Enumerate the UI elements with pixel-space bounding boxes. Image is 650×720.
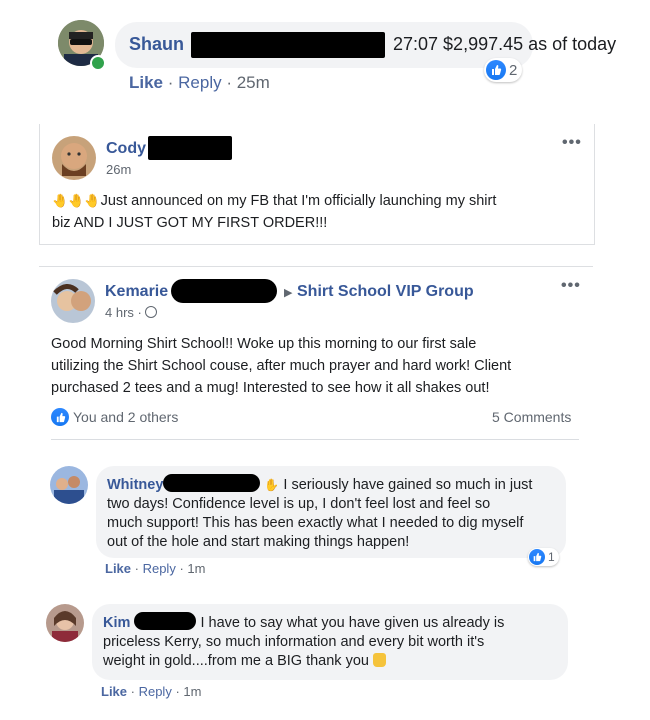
post-text: 🤚🤚🤚Just announced on my FB that I'm offi…: [52, 193, 497, 231]
like-reaction-icon: [51, 408, 69, 426]
comment-time[interactable]: 1m: [183, 684, 201, 699]
person-photo-icon: [52, 136, 96, 180]
commenter-name[interactable]: Shaun: [129, 34, 184, 55]
commenter-name[interactable]: Kim: [103, 615, 130, 631]
reaction-summary[interactable]: You and 2 others: [51, 408, 178, 426]
redacted-name-block: [191, 32, 385, 58]
person-photo-icon: [50, 466, 88, 504]
redacted-name-block: [134, 612, 197, 630]
thumbs-up-emoji-icon: [373, 653, 386, 667]
comment-actions: Like · Reply · 1m: [105, 561, 206, 576]
poster-name[interactable]: Kemarie: [105, 283, 168, 301]
avatar-kemarie[interactable]: [51, 279, 95, 323]
comment-bubble-whitney: Whitney ✋ I seriously have gained so muc…: [96, 466, 566, 558]
reaction-count-badge[interactable]: 1: [528, 548, 559, 566]
comment-bubble-shaun: Shaun 27:07 $2,997.45 as of today: [115, 22, 616, 68]
post-card-kemarie: Kemarie ▶ Shirt School VIP Group 4 hrs ·…: [39, 266, 593, 443]
wave-hand-icon: ✋: [264, 478, 280, 492]
post-text: Good Morning Shirt School!! Woke up this…: [51, 336, 512, 396]
online-status-dot: [90, 55, 106, 71]
redacted-name-block: [163, 474, 261, 492]
reaction-count-badge[interactable]: 2: [484, 58, 523, 82]
reaction-count: 1: [548, 550, 555, 564]
comment-text: Kim I have to say what you have given us…: [103, 612, 563, 671]
comment-actions: Like · Reply · 1m: [101, 684, 202, 699]
like-reaction-icon: [529, 549, 545, 565]
person-photo-icon: [46, 604, 84, 642]
comment-time[interactable]: 1m: [187, 561, 205, 576]
like-link[interactable]: Like: [105, 561, 131, 576]
like-link[interactable]: Like: [101, 684, 127, 699]
comment-time[interactable]: 25m: [237, 73, 270, 92]
avatar-kim[interactable]: [46, 604, 84, 642]
group-name-link[interactable]: Shirt School VIP Group: [297, 283, 474, 301]
more-options-icon[interactable]: •••: [562, 134, 582, 152]
comment-count-link[interactable]: 5 Comments: [492, 409, 571, 425]
redacted-name-block: [171, 279, 277, 303]
reply-link[interactable]: Reply: [139, 684, 172, 699]
privacy-globe-icon: [145, 306, 158, 318]
redacted-name-block: [148, 136, 232, 160]
comment-text: 27:07 $2,997.45 as of today: [393, 34, 617, 54]
reply-link[interactable]: Reply: [178, 73, 221, 92]
reply-link[interactable]: Reply: [143, 561, 176, 576]
shared-to-arrow-icon: ▶: [284, 287, 293, 299]
person-photo-icon: [51, 279, 95, 323]
divider: [51, 439, 579, 440]
poster-name[interactable]: Cody: [106, 140, 146, 158]
avatar-whitney[interactable]: [50, 466, 88, 504]
commenter-name[interactable]: Whitney: [107, 477, 163, 493]
post-time[interactable]: 4 hrs ·: [105, 305, 158, 320]
like-reaction-icon: [486, 60, 506, 80]
post-card-cody: Cody 26m ••• 🤚🤚🤚Just announced on my FB …: [39, 124, 595, 245]
reaction-count: 2: [509, 61, 518, 79]
comment-actions: Like · Reply · 25m: [129, 73, 270, 92]
like-link[interactable]: Like: [129, 73, 163, 92]
hand-emoji-icon: 🤚🤚🤚: [52, 193, 101, 208]
avatar-cody[interactable]: [52, 136, 96, 180]
more-options-icon[interactable]: •••: [561, 277, 581, 295]
post-time[interactable]: 26m: [106, 162, 131, 177]
reaction-summary-text: You and 2 others: [73, 409, 179, 425]
comment-text: Whitney ✋ I seriously have gained so muc…: [107, 474, 562, 552]
comment-bubble-kim: Kim I have to say what you have given us…: [92, 604, 568, 680]
